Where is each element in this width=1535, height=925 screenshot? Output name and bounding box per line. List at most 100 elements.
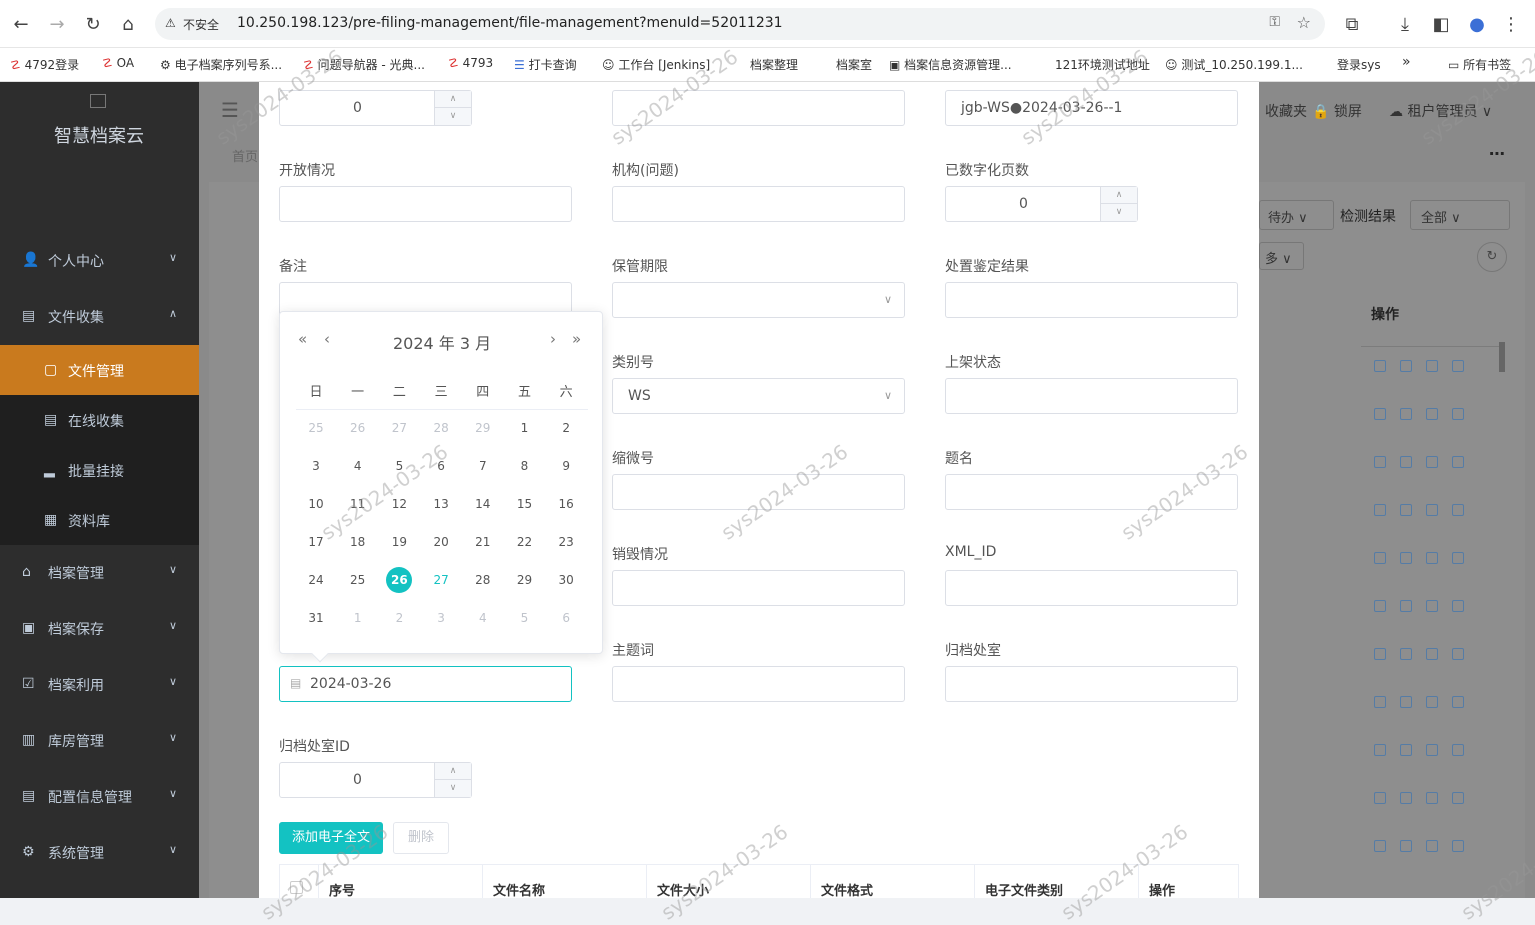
keyword-input[interactable]: [612, 666, 905, 702]
title-input[interactable]: [945, 474, 1238, 510]
menu-file-collection[interactable]: ▤ 文件收集 ∧: [0, 289, 199, 345]
menu-warehouse[interactable]: ▥ 库房管理 ∨: [0, 713, 199, 769]
bookmark[interactable]: 档案整理: [750, 56, 798, 73]
calendar-day[interactable]: 18: [345, 529, 371, 555]
calendar-day[interactable]: 15: [512, 491, 538, 517]
calendar-day[interactable]: 26: [345, 415, 371, 441]
profile-icon[interactable]: ●: [1465, 12, 1489, 36]
calendar-day[interactable]: 2: [553, 415, 579, 441]
archive-code-input[interactable]: jgb-WS●2024-03-26--1: [945, 90, 1238, 126]
calendar-day[interactable]: 1: [512, 415, 538, 441]
shelf-status-input[interactable]: [945, 378, 1238, 414]
next-month-icon[interactable]: ›: [550, 330, 556, 348]
bookmark[interactable]: ☡ 4793: [448, 56, 493, 70]
calendar-day[interactable]: 1: [345, 605, 371, 631]
calendar-day[interactable]: 29: [512, 567, 538, 593]
stepper[interactable]: ∧ ∨: [434, 91, 471, 125]
forward-icon[interactable]: →: [45, 12, 69, 36]
bookmark[interactable]: 档案室: [836, 56, 872, 73]
calendar-day[interactable]: 13: [428, 491, 454, 517]
category-select[interactable]: WS ∨: [612, 378, 905, 414]
home-icon[interactable]: ⌂: [116, 12, 140, 36]
bookmark[interactable]: ☡ 4792登录: [10, 56, 79, 73]
calendar-day[interactable]: 10: [303, 491, 329, 517]
calendar-day[interactable]: 17: [303, 529, 329, 555]
sidepanel-icon[interactable]: ◧: [1429, 12, 1453, 36]
calendar-day[interactable]: 5: [512, 605, 538, 631]
sub-online-collection[interactable]: ▤ 在线收集: [0, 395, 199, 445]
disposal-input[interactable]: [945, 282, 1238, 318]
calendar-day[interactable]: 21: [470, 529, 496, 555]
sub-library[interactable]: ▦ 资料库: [0, 495, 199, 545]
bookmark[interactable]: ☡ 问题导航器 - 光典...: [303, 56, 425, 73]
calendar-day[interactable]: 24: [303, 567, 329, 593]
bookmark[interactable]: ☺ 测试_10.250.199.1...: [1165, 56, 1303, 73]
calendar-day-selected[interactable]: 26: [386, 567, 413, 593]
stepper[interactable]: ∧ ∨: [1100, 187, 1137, 221]
destruction-input[interactable]: [612, 570, 905, 606]
calendar-day[interactable]: 7: [470, 453, 496, 479]
menu-config[interactable]: ▤ 配置信息管理 ∨: [0, 769, 199, 825]
calendar-day[interactable]: 20: [428, 529, 454, 555]
calendar-day[interactable]: 25: [303, 415, 329, 441]
menu-personal-center[interactable]: 👤 个人中心 ∨: [0, 233, 199, 289]
calendar-day[interactable]: 6: [553, 605, 579, 631]
bookmark[interactable]: ▣ 档案信息资源管理...: [889, 56, 1012, 73]
calendar-day[interactable]: 14: [470, 491, 496, 517]
calendar-day[interactable]: 28: [470, 567, 496, 593]
bookmark[interactable]: ⚙ 电子档案序列号系...: [160, 56, 282, 73]
calendar-day[interactable]: 3: [428, 605, 454, 631]
calendar-day[interactable]: 4: [470, 605, 496, 631]
number-input[interactable]: 0 ∧ ∨: [279, 90, 472, 126]
microfilm-input[interactable]: [612, 474, 905, 510]
sub-file-management[interactable]: ▢ 文件管理: [0, 345, 199, 395]
menu-archive-use[interactable]: ☑ 档案利用 ∨: [0, 657, 199, 713]
calendar-day[interactable]: 16: [553, 491, 579, 517]
office-id-input[interactable]: 0 ∧ ∨: [279, 762, 472, 798]
menu-system[interactable]: ⚙ 系统管理 ∨: [0, 825, 199, 881]
prev-month-icon[interactable]: ‹: [324, 330, 330, 348]
sub-batch-attach[interactable]: ▂ 批量挂接: [0, 445, 199, 495]
bookmark[interactable]: ☡ OA: [102, 56, 134, 70]
calendar-day[interactable]: 5: [386, 453, 412, 479]
extensions-icon[interactable]: ⧉: [1340, 12, 1364, 36]
bookmark[interactable]: 121环境测试地址: [1055, 56, 1150, 73]
text-input[interactable]: [612, 90, 905, 126]
address-bar[interactable]: ⚠ 不安全 10.250.198.123/pre-filing-manageme…: [155, 8, 1325, 40]
reload-icon[interactable]: ↻: [81, 12, 105, 36]
calendar-day[interactable]: 28: [428, 415, 454, 441]
calendar-day[interactable]: 9: [553, 453, 579, 479]
select-all-checkbox[interactable]: [290, 881, 303, 894]
organization-input[interactable]: [612, 186, 905, 222]
office-input[interactable]: [945, 666, 1238, 702]
add-fulltext-button[interactable]: 添加电子全文: [279, 822, 383, 854]
stepper[interactable]: ∧ ∨: [434, 763, 471, 797]
date-input[interactable]: ▤ 2024-03-26: [279, 666, 572, 702]
more-bookmarks-icon[interactable]: »: [1402, 54, 1411, 70]
calendar-day[interactable]: 8: [512, 453, 538, 479]
menu-icon[interactable]: ⋮: [1499, 12, 1523, 36]
next-year-icon[interactable]: »: [572, 330, 581, 348]
calendar-day[interactable]: 19: [386, 529, 412, 555]
prev-year-icon[interactable]: «: [298, 330, 307, 348]
back-icon[interactable]: ←: [9, 12, 33, 36]
calendar-day[interactable]: 3: [303, 453, 329, 479]
calendar-day[interactable]: 4: [345, 453, 371, 479]
calendar-day[interactable]: 23: [553, 529, 579, 555]
menu-archive-storage[interactable]: ▣ 档案保存 ∨: [0, 601, 199, 657]
all-bookmarks[interactable]: ▭ 所有书签: [1448, 56, 1511, 73]
download-icon[interactable]: ⤓: [1393, 12, 1417, 36]
bookmark[interactable]: ☺ 工作台 [Jenkins]: [602, 56, 710, 73]
calendar-day[interactable]: 22: [512, 529, 538, 555]
calendar-day[interactable]: 27: [428, 567, 454, 593]
menu-archive-management[interactable]: ⌂ 档案管理 ∨: [0, 545, 199, 601]
calendar-day[interactable]: 29: [470, 415, 496, 441]
calendar-day[interactable]: 30: [553, 567, 579, 593]
calendar-day[interactable]: 11: [345, 491, 371, 517]
calendar-day[interactable]: 27: [386, 415, 412, 441]
calendar-day[interactable]: 25: [345, 567, 371, 593]
calendar-day[interactable]: 2: [386, 605, 412, 631]
open-status-input[interactable]: [279, 186, 572, 222]
calendar-day[interactable]: 31: [303, 605, 329, 631]
key-icon[interactable]: ⚿: [1269, 14, 1280, 30]
